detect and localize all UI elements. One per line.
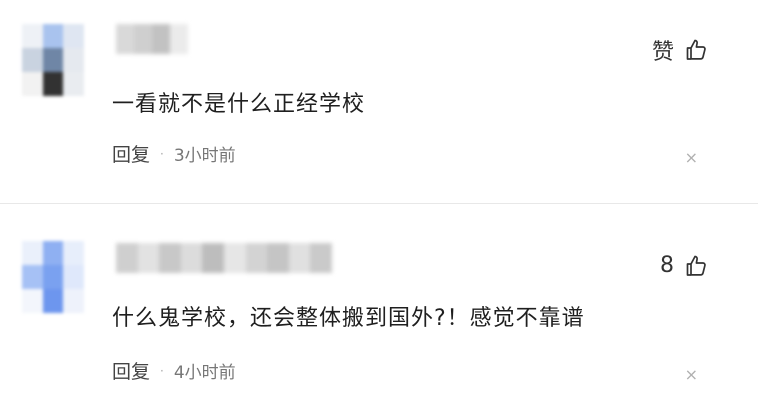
comment-time: 4小时前: [173, 363, 236, 383]
reply-button[interactable]: 回复: [112, 357, 150, 384]
username-blurred[interactable]: [116, 243, 332, 273]
comment-meta: 回复 · 3小时前: [112, 140, 236, 167]
meta-separator: ·: [160, 146, 164, 161]
like-count: 8: [660, 253, 674, 278]
like-button[interactable]: 8: [660, 253, 708, 278]
like-label: 赞: [651, 40, 674, 65]
like-button[interactable]: 赞: [652, 34, 708, 66]
username-blurred[interactable]: [116, 24, 188, 54]
avatar[interactable]: [22, 24, 84, 96]
comment-item: 赞 一看就不是什么正经学校 回复 · 3小时前 ×: [0, 0, 758, 205]
avatar[interactable]: [22, 241, 84, 313]
comment-text: 一看就不是什么正经学校: [112, 92, 366, 117]
comment-text: 什么鬼学校，还会整体搬到国外?！感觉不靠谱: [112, 306, 585, 331]
thumbs-up-icon: [686, 39, 706, 60]
close-icon[interactable]: ×: [685, 365, 698, 384]
thumbs-up-icon: [686, 255, 706, 276]
comment-item: 8 什么鬼学校，还会整体搬到国外?！感觉不靠谱 回复 · 4小时前 ×: [0, 205, 758, 414]
comment-meta: 回复 · 4小时前: [112, 357, 236, 384]
reply-button[interactable]: 回复: [112, 140, 150, 167]
close-icon[interactable]: ×: [685, 148, 698, 167]
meta-separator: ·: [160, 363, 164, 378]
comment-time: 3小时前: [173, 146, 236, 166]
divider: [0, 203, 758, 204]
